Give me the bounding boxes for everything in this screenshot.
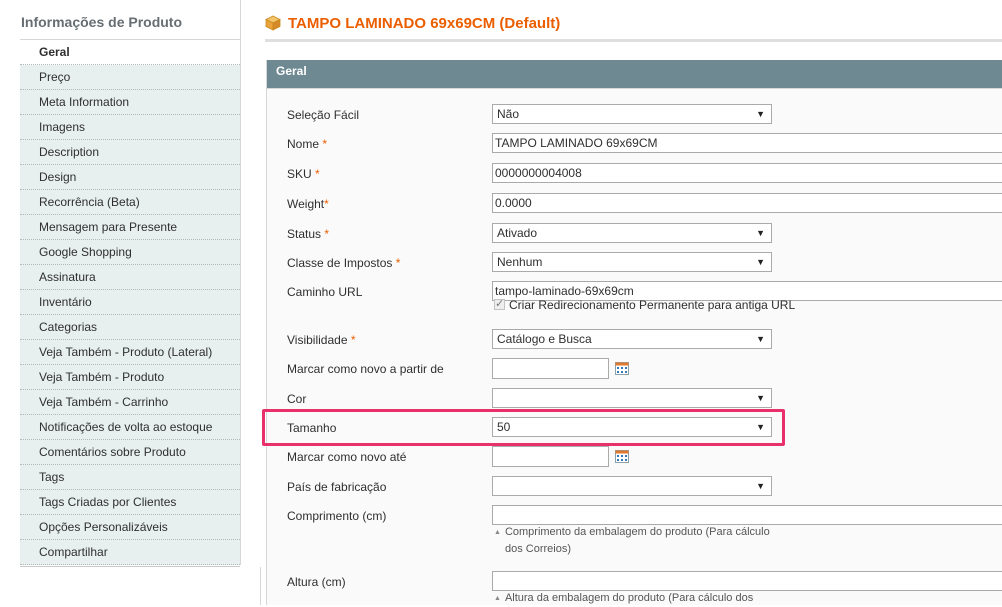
field-label: Cor: [287, 392, 307, 406]
nome-input[interactable]: TAMPO LAMINADO 69x69CM: [492, 133, 1002, 153]
page-title: TAMPO LAMINADO 69x69CM (Default): [288, 15, 561, 32]
field-label: País de fabricação: [287, 480, 387, 494]
field-label: Altura (cm): [287, 575, 346, 589]
required-asterisk: *: [322, 137, 328, 151]
calendar-icon[interactable]: [615, 362, 630, 375]
sidebar-item-inventario[interactable]: Inventário: [20, 290, 240, 315]
field-label: Weight*: [287, 197, 329, 211]
chevron-down-icon: ▼: [756, 481, 765, 491]
sidebar-title: Informações de Produto: [20, 0, 241, 40]
required-asterisk: *: [395, 256, 401, 270]
field-label: Visibilidade *: [287, 333, 356, 347]
chevron-down-icon: ▼: [756, 109, 765, 119]
field-label: Comprimento (cm): [287, 509, 387, 523]
comprimento-note: ▲ Comprimento da embalagem do produto (Pa…: [494, 526, 770, 555]
chevron-down-icon: ▼: [756, 422, 765, 432]
triangle-up-icon: ▲: [494, 595, 501, 602]
field-label: Status *: [287, 227, 330, 241]
required-asterisk: *: [350, 333, 356, 347]
sidebar-item-imagens[interactable]: Imagens: [20, 115, 240, 140]
altura-input[interactable]: [492, 571, 1002, 591]
field-label: Nome *: [287, 137, 328, 151]
sidebar-item-opcoes-personalizaveis[interactable]: Opções Personalizáveis: [20, 515, 240, 540]
required-asterisk: *: [315, 167, 320, 181]
sidebar-item-veja-tambem-lateral[interactable]: Veja Também - Produto (Lateral): [20, 340, 240, 365]
calendar-icon[interactable]: [615, 450, 630, 463]
selecao-facil-select[interactable]: Não ▼: [492, 104, 772, 124]
sidebar-vertical-divider: [260, 567, 261, 605]
redirect-checkbox-row: Criar Redirecionamento Permanente para a…: [494, 297, 796, 312]
visibilidade-select[interactable]: Catálogo e Busca ▼: [492, 329, 772, 349]
novo-ate-date-input[interactable]: [492, 446, 609, 467]
field-label: Marcar como novo a partir de: [287, 362, 444, 376]
sidebar-item-veja-tambem-carrinho[interactable]: Veja Também - Carrinho: [20, 390, 240, 415]
sidebar-item-geral[interactable]: Geral: [20, 40, 240, 65]
sidebar-item-design[interactable]: Design: [20, 165, 240, 190]
sku-input[interactable]: 0000000004008: [492, 163, 1002, 183]
comprimento-input[interactable]: [492, 505, 1002, 525]
novo-de-date-input[interactable]: [492, 358, 609, 379]
redirect-checkbox[interactable]: [494, 297, 505, 310]
required-asterisk: *: [324, 227, 330, 241]
chevron-down-icon: ▼: [756, 228, 765, 238]
redirect-checkbox-label: Criar Redirecionamento Permanente para a…: [509, 298, 796, 312]
sidebar-item-preco[interactable]: Preço: [20, 65, 240, 90]
cor-select[interactable]: ▼: [492, 388, 772, 408]
sidebar-item-google-shopping[interactable]: Google Shopping: [20, 240, 240, 265]
page-header: TAMPO LAMINADO 69x69CM (Default): [265, 14, 1002, 42]
altura-note: ▲ Altura da embalagem do produto (Para cá…: [494, 592, 754, 604]
field-label: Caminho URL: [287, 285, 363, 299]
sidebar-item-meta-information[interactable]: Meta Information: [20, 90, 240, 115]
sidebar-tab-list: Geral Preço Meta Information Imagens Des…: [20, 40, 241, 565]
product-info-sidebar: Informações de Produto Geral Preço Meta …: [20, 0, 261, 605]
pais-select[interactable]: ▼: [492, 476, 772, 496]
required-asterisk: *: [324, 197, 329, 211]
status-select[interactable]: Ativado ▼: [492, 223, 772, 243]
field-label: Tamanho: [287, 421, 337, 435]
field-label: Seleção Fácil: [287, 108, 360, 122]
fieldset-header: Geral: [267, 60, 1002, 89]
sidebar-item-comentarios[interactable]: Comentários sobre Produto: [20, 440, 240, 465]
sidebar-item-tags-clientes[interactable]: Tags Criadas por Clientes: [20, 490, 240, 515]
tamanho-select[interactable]: 50 ▼: [492, 417, 772, 437]
sidebar-item-mensagem-presente[interactable]: Mensagem para Presente: [20, 215, 240, 240]
sidebar-item-assinatura[interactable]: Assinatura: [20, 265, 240, 290]
chevron-down-icon: ▼: [756, 393, 765, 403]
sidebar-item-veja-tambem-produto[interactable]: Veja Também - Produto: [20, 365, 240, 390]
sidebar-item-notificacoes-estoque[interactable]: Notificações de volta ao estoque: [20, 415, 240, 440]
sidebar-item-description[interactable]: Description: [20, 140, 240, 165]
box-icon: [265, 15, 281, 31]
chevron-down-icon: ▼: [756, 334, 765, 344]
fieldset-body: Seleção Fácil Não ▼ Nome * TAMPO LAMINAD…: [267, 89, 1002, 605]
chevron-down-icon: ▼: [756, 257, 765, 267]
general-fieldset: Geral Seleção Fácil Não ▼ Nome * TAMPO L…: [266, 60, 1002, 605]
field-label: SKU *: [287, 167, 320, 181]
sidebar-item-compartilhar[interactable]: Compartilhar: [20, 540, 240, 565]
triangle-up-icon: ▲: [494, 529, 501, 536]
field-label: Classe de Impostos *: [287, 256, 401, 270]
weight-input[interactable]: 0.0000: [492, 193, 1002, 213]
sidebar-item-categorias[interactable]: Categorias: [20, 315, 240, 340]
classe-impostos-select[interactable]: Nenhum ▼: [492, 252, 772, 272]
sidebar-item-recorrencia[interactable]: Recorrência (Beta): [20, 190, 240, 215]
sidebar-bottom-divider: [20, 566, 240, 567]
field-label: Marcar como novo até: [287, 450, 407, 464]
sidebar-item-tags[interactable]: Tags: [20, 465, 240, 490]
